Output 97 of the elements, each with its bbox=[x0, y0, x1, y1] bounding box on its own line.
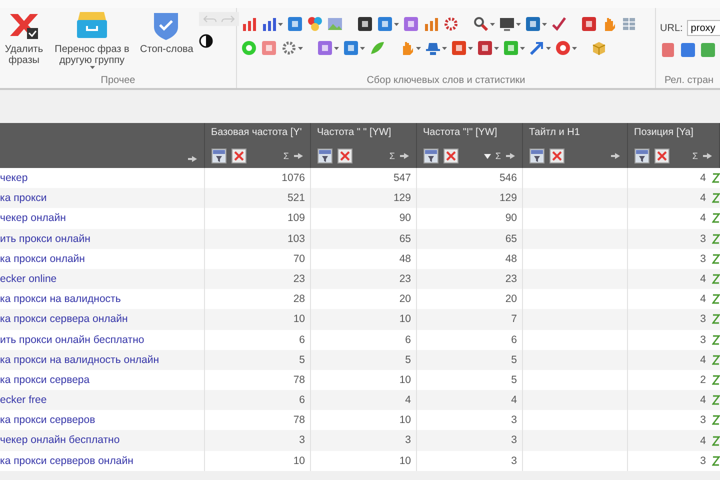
arrow-icon[interactable] bbox=[529, 40, 545, 56]
caret-icon[interactable] bbox=[520, 46, 525, 50]
table-cell: 10 bbox=[311, 450, 417, 471]
table-cell-text: 3 bbox=[700, 232, 706, 247]
url-label: URL: bbox=[660, 22, 683, 34]
filter-icon[interactable] bbox=[634, 148, 650, 164]
zigzag-icon[interactable] bbox=[712, 193, 720, 204]
caret-icon[interactable] bbox=[442, 46, 447, 50]
caret-icon[interactable] bbox=[334, 46, 339, 50]
zigzag-icon[interactable] bbox=[712, 354, 720, 365]
phrase-link[interactable]: ка прокси серверов онлайн bbox=[0, 450, 205, 471]
search-icon[interactable] bbox=[473, 16, 489, 32]
zigzag-icon[interactable] bbox=[712, 395, 720, 406]
zigzag-icon[interactable] bbox=[712, 334, 720, 345]
filter-icon[interactable] bbox=[423, 148, 439, 164]
clear-filter-icon[interactable] bbox=[549, 148, 565, 164]
table-cell-text: 4 bbox=[700, 393, 706, 408]
contrast-icon[interactable] bbox=[199, 34, 214, 48]
pin-icon[interactable] bbox=[610, 151, 621, 161]
pin-icon[interactable] bbox=[399, 151, 410, 161]
table-cell: 10 bbox=[205, 450, 311, 471]
sum-symbol[interactable]: Σ bbox=[692, 151, 698, 161]
caret-icon[interactable] bbox=[416, 46, 421, 50]
table-cell-text: 2 bbox=[700, 372, 706, 388]
caret-icon[interactable] bbox=[90, 66, 94, 69]
pin-icon[interactable] bbox=[505, 151, 516, 161]
caret-icon[interactable] bbox=[490, 22, 495, 26]
table-cell-text: 4 bbox=[700, 352, 706, 368]
table-cell: 3 bbox=[417, 450, 523, 471]
hat-icon[interactable] bbox=[425, 40, 441, 56]
group-label: Рел. стран bbox=[663, 75, 715, 88]
bar-chart-icon[interactable] bbox=[423, 16, 439, 32]
drawer-icon bbox=[75, 10, 109, 40]
zigzag-icon[interactable] bbox=[712, 274, 720, 284]
pin-icon[interactable] bbox=[293, 151, 304, 161]
delete-button[interactable]: Удалить фразы bbox=[4, 10, 44, 66]
table-cell-text: 3 bbox=[700, 252, 706, 267]
pin-icon[interactable] bbox=[187, 154, 198, 164]
sum-symbol[interactable]: Σ bbox=[389, 151, 395, 161]
sum-symbol[interactable]: Σ bbox=[495, 151, 501, 161]
filter-icon[interactable] bbox=[317, 148, 333, 164]
caret-icon[interactable] bbox=[278, 22, 283, 26]
circle-icon[interactable] bbox=[555, 40, 571, 56]
clear-filter-icon[interactable] bbox=[443, 148, 459, 164]
sort-caret-icon[interactable] bbox=[484, 154, 492, 158]
dots-icon[interactable] bbox=[307, 16, 323, 32]
zigzag-icon[interactable] bbox=[712, 294, 720, 304]
bar-chart-icon[interactable] bbox=[241, 16, 257, 32]
zigzag-icon[interactable] bbox=[712, 456, 720, 466]
caret-icon[interactable] bbox=[516, 22, 521, 26]
table-cell-text: 4 bbox=[700, 171, 706, 186]
caret-icon[interactable] bbox=[360, 46, 365, 50]
clear-filter-icon[interactable] bbox=[337, 148, 353, 164]
table-cell-text: 4 bbox=[700, 191, 706, 206]
table-cell-text: 3 bbox=[700, 454, 706, 469]
table-cell-text: 4 bbox=[700, 292, 706, 308]
caret-icon[interactable] bbox=[468, 46, 473, 50]
table-cell-text: 4 bbox=[700, 434, 706, 449]
sum-symbol[interactable]: Σ bbox=[283, 151, 289, 161]
filter-icon[interactable] bbox=[529, 148, 545, 164]
caret-icon[interactable] bbox=[572, 46, 577, 50]
filter-icon[interactable] bbox=[211, 148, 227, 164]
zigzag-icon[interactable] bbox=[712, 173, 720, 184]
image-icon[interactable] bbox=[327, 16, 343, 32]
zigzag-icon[interactable] bbox=[712, 415, 720, 426]
leaf-icon[interactable] bbox=[369, 40, 385, 56]
table-cell-text: 3 bbox=[700, 312, 706, 328]
table-cell-text: 4 bbox=[700, 211, 706, 226]
check-icon[interactable] bbox=[551, 16, 567, 32]
move-button[interactable]: Перенос фраз в другую группу bbox=[50, 10, 134, 73]
caret-icon[interactable] bbox=[542, 22, 547, 26]
caret-icon[interactable] bbox=[298, 46, 303, 50]
zigzag-icon[interactable] bbox=[712, 254, 720, 264]
app-icon[interactable] bbox=[357, 16, 373, 32]
pin-icon[interactable] bbox=[702, 151, 713, 161]
grid-icon[interactable] bbox=[621, 16, 637, 32]
url-field[interactable]: proxy bbox=[686, 20, 720, 36]
group-label: Прочее bbox=[100, 75, 136, 88]
table-cell-text: 3 bbox=[700, 332, 706, 348]
caret-icon[interactable] bbox=[394, 22, 399, 26]
stop-words-button[interactable]: Стоп-слова bbox=[140, 10, 194, 55]
box-icon[interactable] bbox=[591, 40, 607, 56]
zigzag-icon[interactable] bbox=[712, 213, 720, 224]
caret-icon[interactable] bbox=[546, 46, 551, 50]
zigzag-icon[interactable] bbox=[712, 314, 720, 324]
bar-chart-icon[interactable] bbox=[261, 16, 277, 32]
app-icon[interactable] bbox=[477, 40, 493, 56]
clear-filter-icon[interactable] bbox=[231, 148, 247, 164]
zigzag-icon[interactable] bbox=[712, 234, 720, 244]
zigzag-icon[interactable] bbox=[712, 436, 720, 446]
monitor-icon[interactable] bbox=[499, 16, 515, 32]
table-cell-text: 4 bbox=[700, 272, 706, 288]
group-label: Сбор ключевых слов и статистики bbox=[366, 75, 526, 88]
clear-filter-icon[interactable] bbox=[654, 148, 670, 164]
caret-icon[interactable] bbox=[494, 46, 499, 50]
table-cell-text: 3 bbox=[700, 413, 706, 428]
zigzag-icon[interactable] bbox=[712, 374, 720, 385]
